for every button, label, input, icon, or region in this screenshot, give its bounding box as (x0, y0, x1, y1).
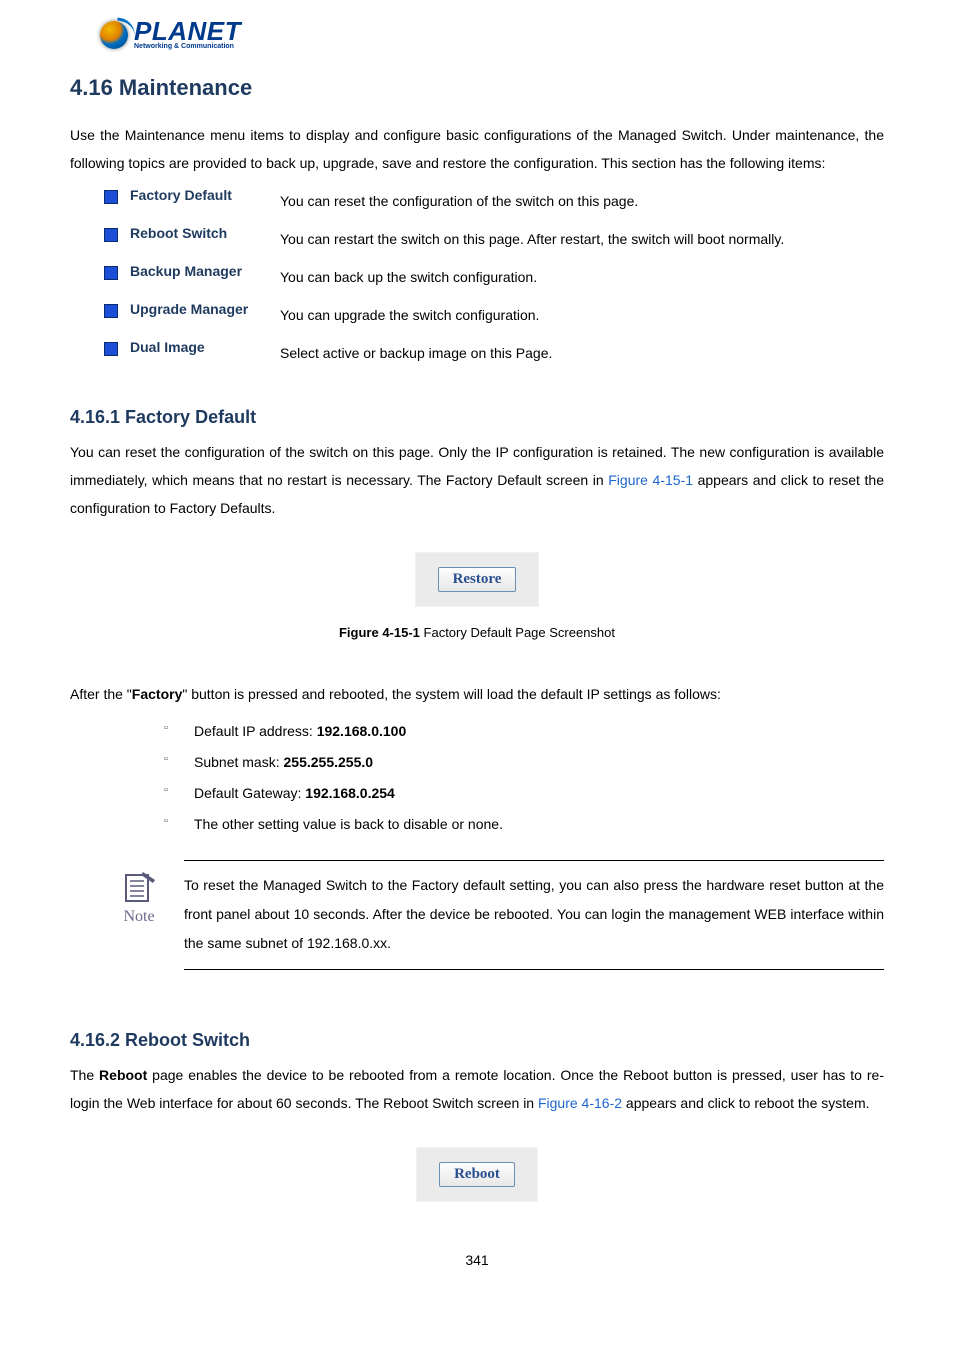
menu-item: Reboot Switch You can restart the switch… (104, 225, 884, 253)
figure-link[interactable]: Figure 4-15-1 (608, 472, 693, 488)
menu-desc: You can restart the switch on this page.… (280, 225, 884, 253)
subsection-heading-reboot: 4.16.2 Reboot Switch (70, 1030, 884, 1051)
menu-item: Factory Default You can reset the config… (104, 187, 884, 215)
menu-label: Reboot Switch (130, 225, 280, 241)
restore-button[interactable]: Restore (438, 567, 517, 592)
logo-tagline: Networking & Communication (134, 43, 241, 50)
list-item: The other setting value is back to disab… (164, 809, 884, 840)
globe-icon (100, 21, 128, 49)
menu-label: Backup Manager (130, 263, 280, 279)
menu-item: Backup Manager You can back up the switc… (104, 263, 884, 291)
bullet-icon (104, 266, 118, 280)
note-block: Note To reset the Managed Switch to the … (104, 860, 884, 970)
figure-link[interactable]: Figure 4-16-2 (538, 1095, 622, 1111)
menu-desc: You can upgrade the switch configuration… (280, 301, 884, 329)
list-item: Default Gateway: 192.168.0.254 (164, 778, 884, 809)
page-number: 341 (70, 1252, 884, 1268)
brand-logo: PLANET Networking & Communication (100, 20, 884, 50)
section-heading: 4.16 Maintenance (70, 75, 884, 101)
restore-screenshot: Restore (70, 552, 884, 607)
menu-item: Upgrade Manager You can upgrade the swit… (104, 301, 884, 329)
menu-label: Dual Image (130, 339, 280, 355)
menu-desc: You can reset the configuration of the s… (280, 187, 884, 215)
list-item: Default IP address: 192.168.0.100 (164, 716, 884, 747)
bullet-icon (104, 190, 118, 204)
bullet-icon (104, 304, 118, 318)
bullet-icon (104, 228, 118, 242)
factory-paragraph: You can reset the configuration of the s… (70, 438, 884, 522)
logo-brand: PLANET (134, 20, 241, 43)
menu-label: Factory Default (130, 187, 280, 203)
intro-paragraph: Use the Maintenance menu items to displa… (70, 121, 884, 177)
after-factory-paragraph: After the "Factory" button is pressed an… (70, 680, 884, 708)
reboot-screenshot: Reboot (70, 1147, 884, 1202)
defaults-list: Default IP address: 192.168.0.100 Subnet… (124, 716, 884, 839)
note-icon (119, 866, 159, 906)
note-text: To reset the Managed Switch to the Facto… (184, 860, 884, 970)
menu-desc: Select active or backup image on this Pa… (280, 339, 884, 367)
menu-item: Dual Image Select active or backup image… (104, 339, 884, 367)
bullet-icon (104, 342, 118, 356)
menu-list: Factory Default You can reset the config… (104, 187, 884, 367)
figure-caption: Figure 4-15-1 Factory Default Page Scree… (70, 625, 884, 640)
menu-label: Upgrade Manager (130, 301, 280, 317)
subsection-heading-factory: 4.16.1 Factory Default (70, 407, 884, 428)
note-label: Note (104, 908, 174, 926)
menu-desc: You can back up the switch configuration… (280, 263, 884, 291)
reboot-paragraph: The Reboot page enables the device to be… (70, 1061, 884, 1117)
list-item: Subnet mask: 255.255.255.0 (164, 747, 884, 778)
reboot-button[interactable]: Reboot (439, 1162, 515, 1187)
